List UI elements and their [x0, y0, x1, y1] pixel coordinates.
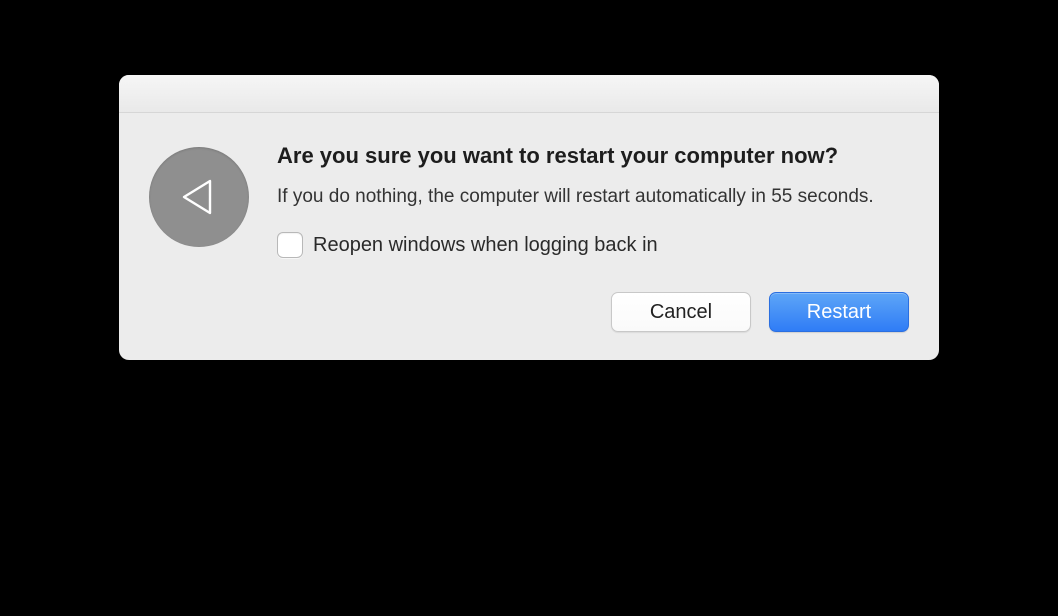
dialog-title: Are you sure you want to restart your co… — [277, 141, 909, 171]
dialog-message: If you do nothing, the computer will res… — [277, 183, 909, 211]
restart-button[interactable]: Restart — [769, 292, 909, 332]
dialog-button-row: Cancel Restart — [119, 274, 939, 360]
reopen-windows-label[interactable]: Reopen windows when logging back in — [313, 234, 658, 257]
restart-triangle-icon — [149, 147, 249, 247]
reopen-windows-row: Reopen windows when logging back in — [277, 232, 909, 258]
cancel-button[interactable]: Cancel — [611, 292, 751, 332]
dialog-text-column: Are you sure you want to restart your co… — [277, 141, 909, 264]
reopen-windows-checkbox[interactable] — [277, 232, 303, 258]
dialog-content: Are you sure you want to restart your co… — [119, 113, 939, 274]
restart-confirmation-dialog: Are you sure you want to restart your co… — [119, 75, 939, 360]
dialog-icon-column — [149, 141, 249, 264]
dialog-titlebar — [119, 75, 939, 113]
